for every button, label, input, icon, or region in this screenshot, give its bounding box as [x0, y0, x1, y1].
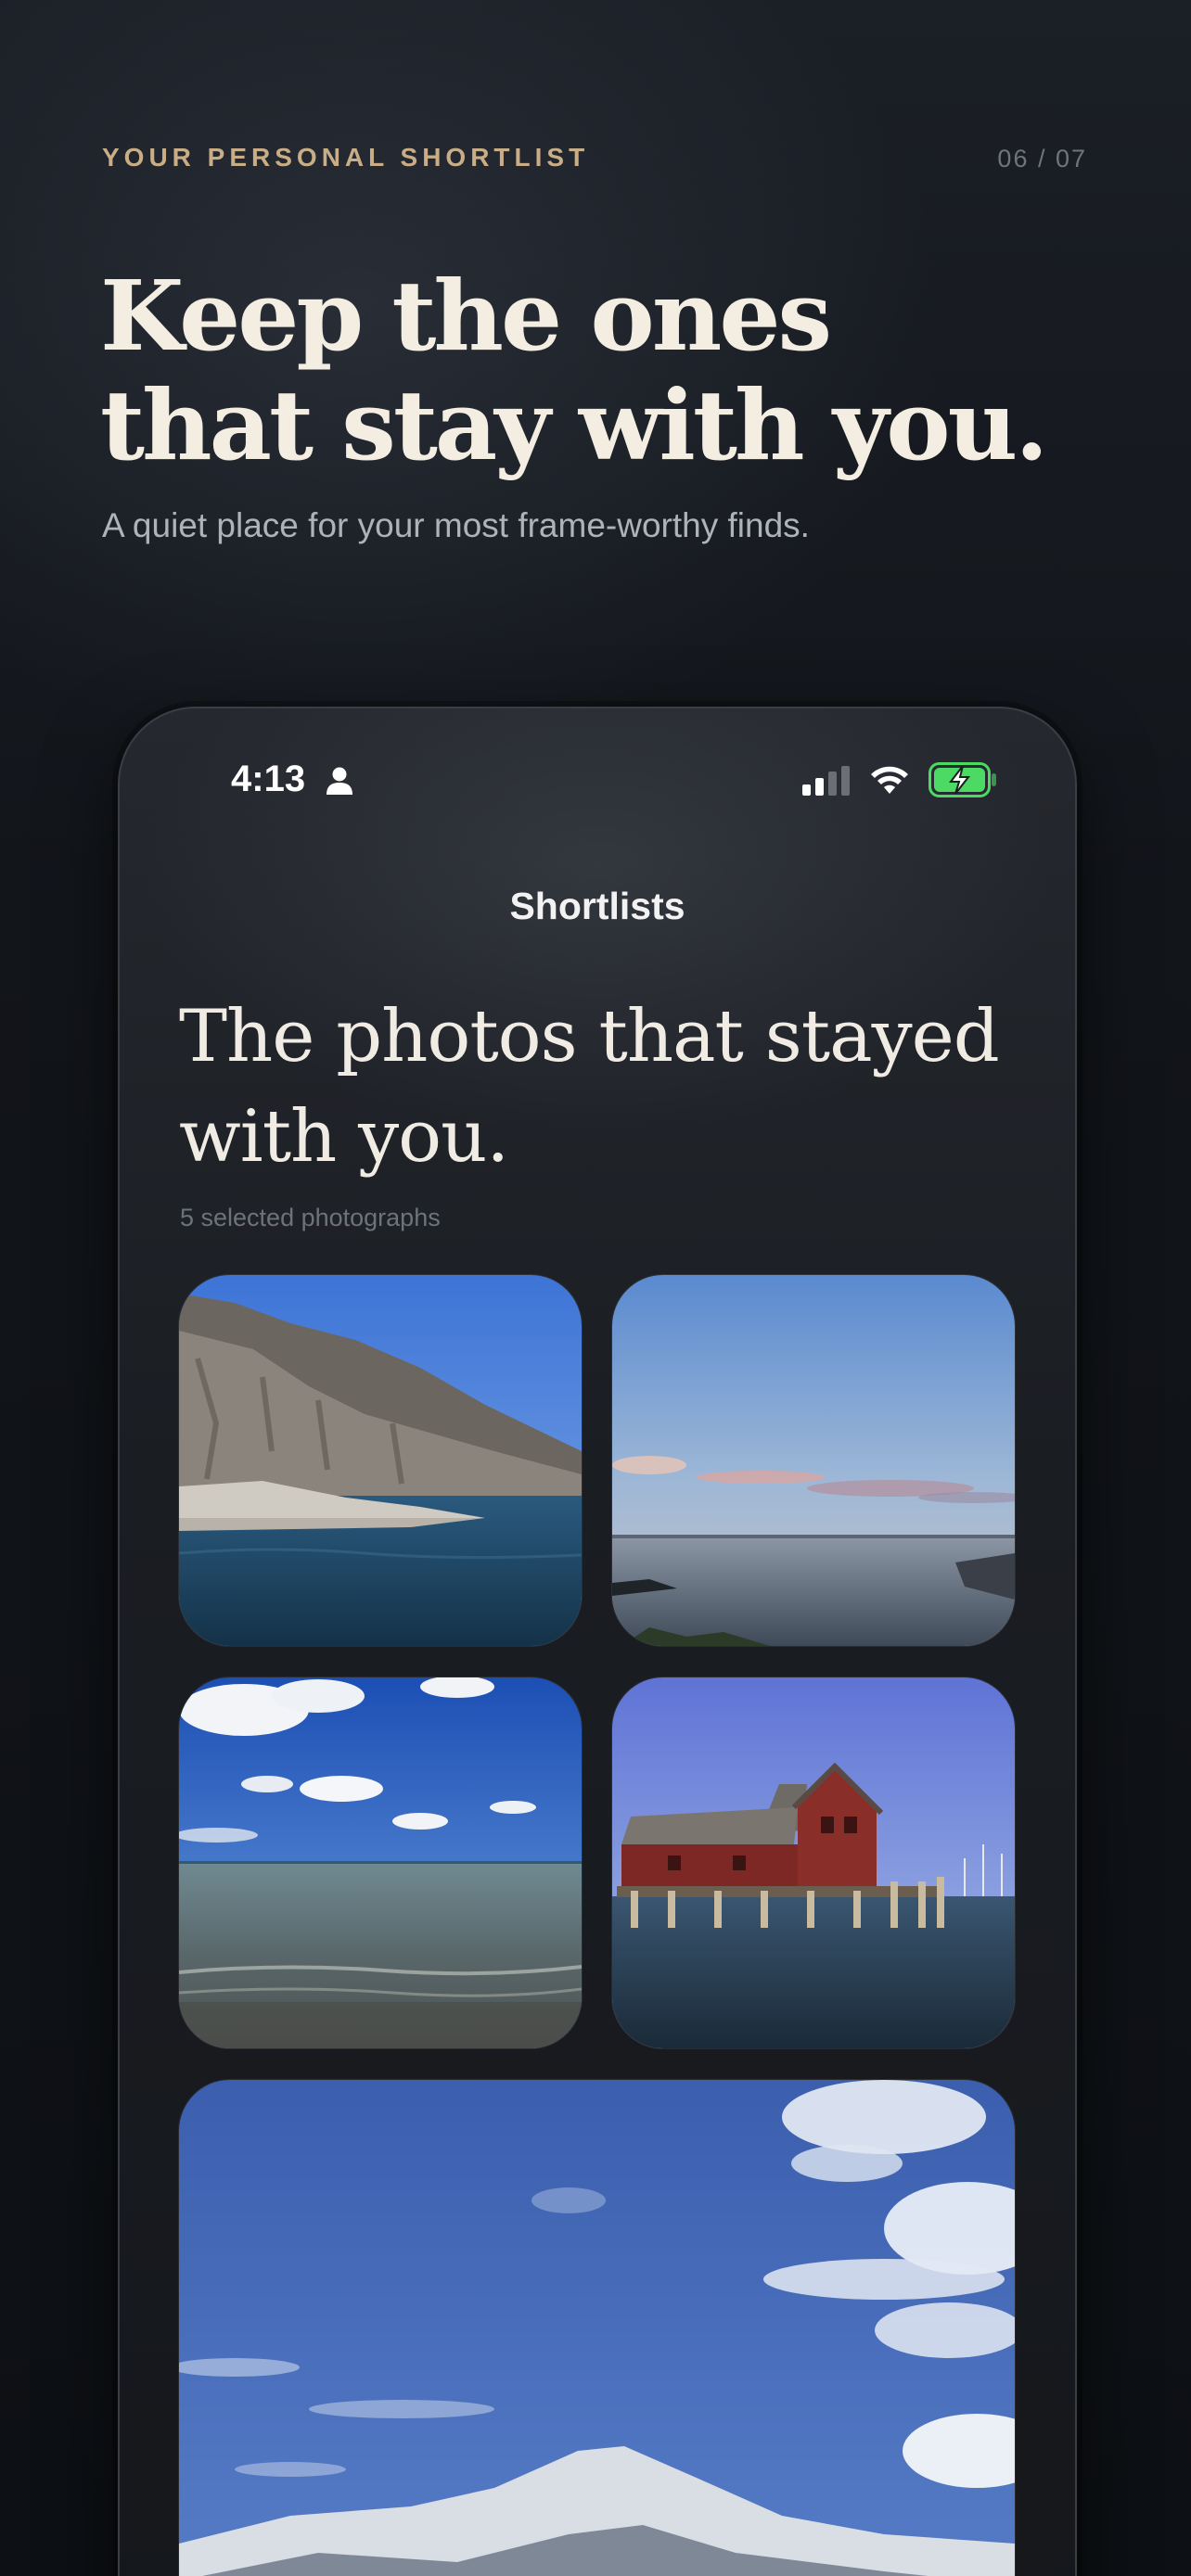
photo-tile-beach[interactable] — [178, 1677, 583, 2049]
selected-count: 5 selected photographs — [180, 1204, 441, 1231]
hero-title: Keep the ones that stay with you. — [100, 261, 1121, 480]
screen-title-line-1: The photos that stayed — [179, 995, 1000, 1078]
status-time: 4:13 — [231, 759, 306, 799]
photo-tile-dusk-bay[interactable] — [611, 1274, 1016, 1647]
cellular-signal-icon — [802, 766, 850, 796]
wifi-icon — [871, 766, 908, 794]
hero-title-line-2: that stay with you. — [100, 368, 1048, 482]
nav-title: Shortlists — [509, 885, 685, 927]
phone-mockup: 4:13 Shortlists The photos that stayed w… — [118, 707, 1077, 2576]
dusk-bay-image — [612, 1275, 1015, 1646]
photo-tile-snowy-mountain[interactable] — [178, 2079, 1016, 2576]
hero-subtitle: A quiet place for your most frame-worthy… — [102, 506, 810, 544]
hero-title-line-1: Keep the ones — [100, 259, 832, 373]
photo-tile-red-shack[interactable] — [611, 1677, 1016, 2049]
photo-tile-coastal-cliff[interactable] — [178, 1274, 583, 1647]
screen-title: The photos that stayed with you. — [179, 987, 1051, 1187]
snowy-mountain-image — [179, 2080, 1015, 2576]
red-shack-image — [612, 1677, 1015, 2048]
page-indicator: 06 / 07 — [997, 145, 1087, 172]
screen-title-line-2: with you. — [179, 1095, 509, 1179]
beach-image — [179, 1677, 582, 2048]
coastal-cliff-image — [179, 1275, 582, 1646]
eyebrow-label: YOUR PERSONAL SHORTLIST — [102, 143, 590, 172]
person-icon — [327, 767, 352, 795]
battery-charging-icon — [928, 762, 996, 797]
